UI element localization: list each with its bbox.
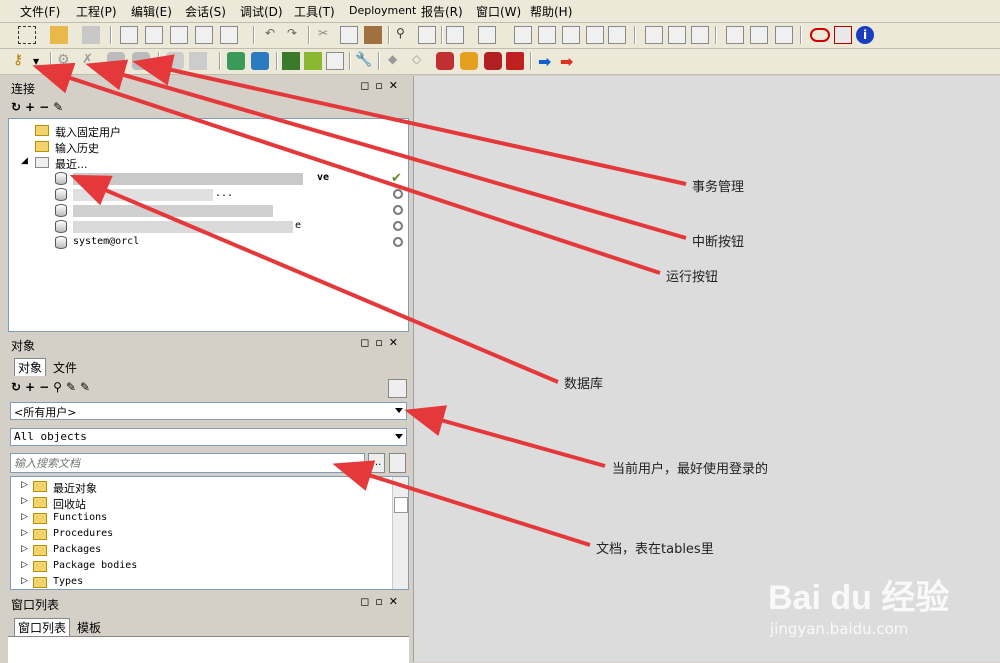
annotation-database: 数据库: [564, 377, 604, 392]
arrow-document: [332, 460, 591, 547]
annotation-transaction: 事务管理: [692, 180, 745, 195]
annotation-arrows: [32, 54, 687, 547]
annotation-current-user: 当前用户，最好使用登录的: [612, 462, 769, 477]
arrow-run: [32, 62, 661, 275]
annotation-abort: 中断按钮: [692, 235, 745, 250]
arrow-database: [69, 174, 559, 384]
arrow-current-user: [404, 405, 606, 468]
annotation-document: 文档，表在tables里: [596, 542, 714, 557]
arrow-abort: [85, 59, 687, 240]
watermark-url: jingyan.baidu.com: [770, 620, 909, 638]
watermark-brand: Bai du 经验: [768, 579, 950, 617]
arrow-transaction: [132, 54, 687, 186]
annotation-run: 运行按钮: [666, 270, 719, 285]
